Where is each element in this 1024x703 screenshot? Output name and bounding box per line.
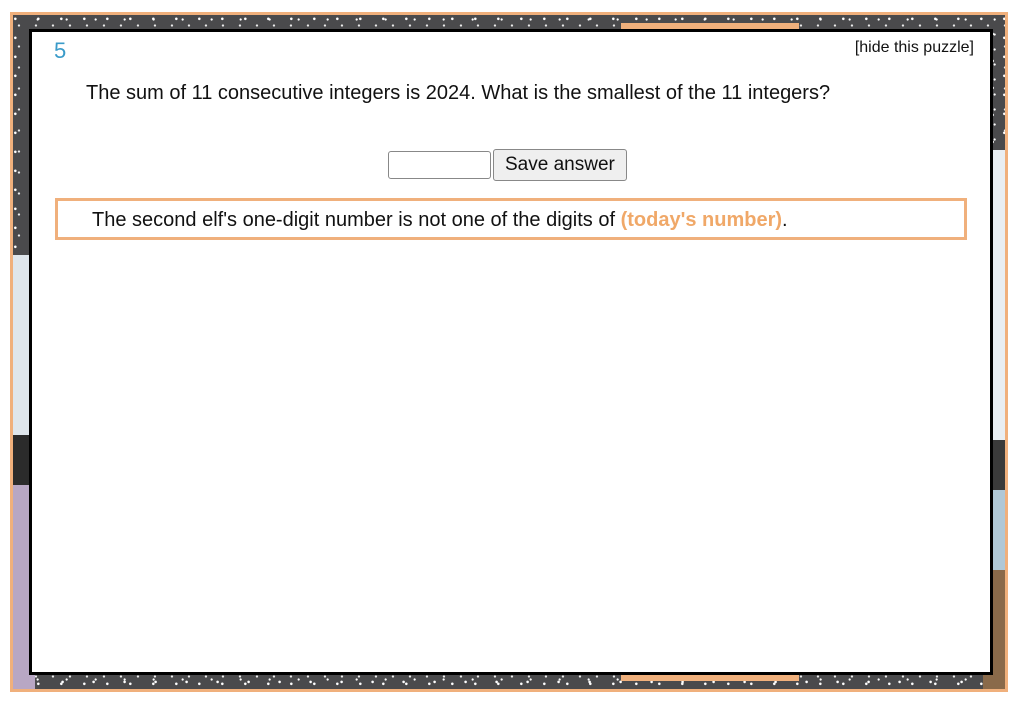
answer-input[interactable]	[388, 151, 491, 179]
clue-text: The second elf's one-digit number is not…	[92, 209, 788, 232]
puzzle-panel: 5 [hide this puzzle] The sum of 11 conse…	[29, 29, 993, 675]
clue-text-after: .	[782, 209, 788, 231]
hide-puzzle-link[interactable]: [hide this puzzle]	[855, 39, 974, 57]
puzzle-question: The sum of 11 consecutive integers is 20…	[86, 82, 831, 104]
save-answer-button[interactable]: Save answer	[493, 149, 627, 181]
clue-box: The second elf's one-digit number is not…	[55, 198, 967, 240]
answer-form: Save answer	[388, 149, 627, 181]
puzzle-number: 5	[54, 38, 67, 63]
clue-text-before: The second elf's one-digit number is not…	[92, 209, 621, 231]
todays-number-link[interactable]: (today's number)	[621, 209, 782, 231]
